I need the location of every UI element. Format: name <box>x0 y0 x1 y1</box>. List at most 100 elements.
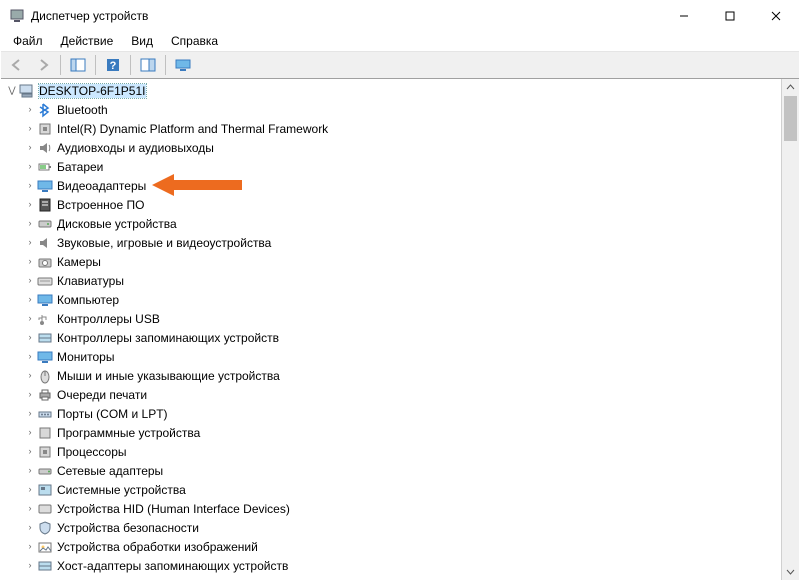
toolbar-separator <box>95 55 96 75</box>
tree-node-label: Компьютер <box>57 293 119 307</box>
bt-icon <box>37 102 53 118</box>
expander-icon[interactable]: › <box>23 195 37 214</box>
tree-node-row[interactable]: ›Аудиовходы и аудиовыходы <box>3 138 781 157</box>
display-icon <box>37 349 53 365</box>
tree-node-row[interactable]: › Порты (COM и LPT) <box>3 404 781 423</box>
expander-icon[interactable]: › <box>23 366 37 385</box>
expander-icon[interactable]: › <box>23 461 37 480</box>
tree-node-label: Контроллеры USB <box>57 312 160 326</box>
tree-node-label: Bluetooth <box>57 103 108 117</box>
scroll-up-button[interactable] <box>782 79 799 96</box>
storage-icon <box>37 330 53 346</box>
tree-node-label: Программные устройства <box>57 426 200 440</box>
tree-node-label: Сетевые адаптеры <box>57 464 163 478</box>
tree-node-row[interactable]: ›Intel(R) Dynamic Platform and Thermal F… <box>3 119 781 138</box>
scan-button[interactable] <box>136 53 160 77</box>
expander-icon[interactable]: › <box>23 347 37 366</box>
tree-node-label: Мыши и иные указывающие устройства <box>57 369 280 383</box>
expander-icon[interactable]: › <box>23 157 37 176</box>
expander-icon[interactable]: › <box>23 214 37 233</box>
expander-icon[interactable]: › <box>23 442 37 461</box>
tree-root-row[interactable]: ⋁ DESKTOP-6F1P51I <box>3 81 781 100</box>
hid-icon <box>37 501 53 517</box>
mouse-icon <box>37 368 53 384</box>
minimize-button[interactable] <box>661 1 707 31</box>
scroll-track[interactable] <box>782 96 799 563</box>
tree-node-row[interactable]: ›Встроенное ПО <box>3 195 781 214</box>
tree-node-row[interactable]: › Устройства HID (Human Interface Devices… <box>3 499 781 518</box>
maximize-button[interactable] <box>707 1 753 31</box>
tree-node-label: Устройства обработки изображений <box>57 540 258 554</box>
menu-action[interactable]: Действие <box>53 32 122 50</box>
menu-view[interactable]: Вид <box>123 32 161 50</box>
expander-icon[interactable]: › <box>23 119 37 138</box>
tree-node-row[interactable]: ›Очереди печати <box>3 385 781 404</box>
expander-icon[interactable]: › <box>23 290 37 309</box>
expander-icon[interactable]: › <box>23 252 37 271</box>
expander-icon[interactable]: › <box>23 271 37 290</box>
tree-node-row[interactable]: ›Камеры <box>3 252 781 271</box>
tree-node-row[interactable]: › Контроллеры USB <box>3 309 781 328</box>
show-hide-tree-button[interactable] <box>66 53 90 77</box>
expander-icon[interactable]: › <box>23 328 37 347</box>
port-icon <box>37 406 53 422</box>
vertical-scrollbar[interactable] <box>781 79 799 580</box>
expander-icon[interactable]: › <box>23 537 37 556</box>
tree-node-label: Устройства HID (Human Interface Devices) <box>57 502 290 516</box>
expander-icon[interactable]: ⋁ <box>5 81 19 100</box>
tree-node-row[interactable]: › Компьютер <box>3 290 781 309</box>
tree-node-row[interactable]: ›Дисковые устройства <box>3 214 781 233</box>
expander-icon[interactable]: › <box>23 404 37 423</box>
proc-icon <box>37 121 53 137</box>
svg-text:?: ? <box>110 60 117 72</box>
tree-root-label: DESKTOP-6F1P51I <box>39 84 146 98</box>
tree-node-row[interactable]: › Программные устройства <box>3 423 781 442</box>
back-button[interactable] <box>5 53 29 77</box>
display-icon <box>37 178 53 194</box>
menu-help[interactable]: Справка <box>163 32 226 50</box>
tree-node-row[interactable]: ›Процессоры <box>3 442 781 461</box>
sw-icon <box>37 425 53 441</box>
tree-node-label: Порты (COM и LPT) <box>57 407 168 421</box>
forward-button[interactable] <box>31 53 55 77</box>
expander-icon[interactable]: › <box>23 423 37 442</box>
menu-file[interactable]: Файл <box>5 32 51 50</box>
expander-icon[interactable]: › <box>23 176 37 195</box>
storage-icon <box>37 558 53 574</box>
expander-icon[interactable]: › <box>23 518 37 537</box>
expander-icon[interactable]: › <box>23 309 37 328</box>
tree-node-label: Контроллеры запоминающих устройств <box>57 331 279 345</box>
tree-node-row[interactable]: › Мыши и иные указывающие устройства <box>3 366 781 385</box>
tree-area: ⋁ DESKTOP-6F1P51I › Bluetooth ›Intel(R) Dy… <box>1 79 799 580</box>
tree-node-row[interactable]: ›Устройства безопасности <box>3 518 781 537</box>
tree-node-row[interactable]: › Bluetooth <box>3 100 781 119</box>
tree-node-row[interactable]: › Устройства обработки изображений <box>3 537 781 556</box>
tree-node-row[interactable]: ›Видеоадаптеры <box>3 176 781 195</box>
expander-icon[interactable]: › <box>23 480 37 499</box>
window-title: Диспетчер устройств <box>31 9 148 23</box>
device-manager-window: Диспетчер устройств Файл Действие Вид Сп… <box>0 0 800 581</box>
expander-icon[interactable]: › <box>23 385 37 404</box>
expander-icon[interactable]: › <box>23 138 37 157</box>
expander-icon[interactable]: › <box>23 499 37 518</box>
tree-node-row[interactable]: ›Звуковые, игровые и видеоустройства <box>3 233 781 252</box>
close-button[interactable] <box>753 1 799 31</box>
tree-node-row[interactable]: ›Системные устройства <box>3 480 781 499</box>
monitor-icon-button[interactable] <box>171 53 195 77</box>
disk-icon <box>37 216 53 232</box>
tree-node-row[interactable]: › Сетевые адаптеры <box>3 461 781 480</box>
tree-node-row[interactable]: ›Батареи <box>3 157 781 176</box>
expander-icon[interactable]: › <box>23 556 37 575</box>
proc-icon <box>37 444 53 460</box>
scroll-down-button[interactable] <box>782 563 799 580</box>
tree-node-row[interactable]: › Контроллеры запоминающих устройств <box>3 328 781 347</box>
help-button[interactable]: ? <box>101 53 125 77</box>
device-tree[interactable]: ⋁ DESKTOP-6F1P51I › Bluetooth ›Intel(R) Dy… <box>1 79 781 580</box>
print-icon <box>37 387 53 403</box>
expander-icon[interactable]: › <box>23 233 37 252</box>
expander-icon[interactable]: › <box>23 100 37 119</box>
tree-node-row[interactable]: ›Хост-адаптеры запоминающих устройств <box>3 556 781 575</box>
scroll-thumb[interactable] <box>784 96 797 141</box>
tree-node-row[interactable]: ›Клавиатуры <box>3 271 781 290</box>
tree-node-row[interactable]: ›Мониторы <box>3 347 781 366</box>
